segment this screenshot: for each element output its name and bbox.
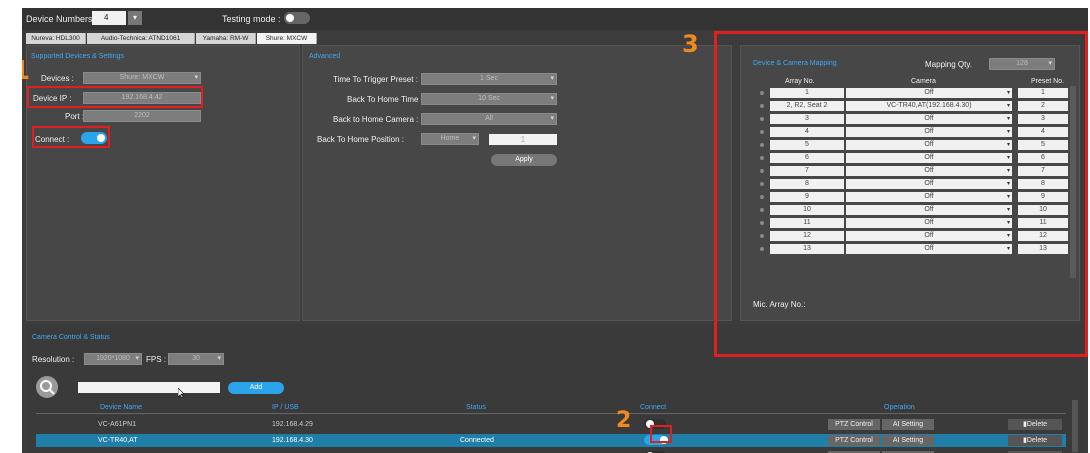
table-row[interactable]: VC-A61PN1 192.168.4.29 PTZ Control AI Setti…	[36, 418, 1066, 431]
device-name-header: Device Name	[100, 404, 143, 411]
device-numbers-dropdown[interactable]: ▾	[128, 11, 142, 25]
devices-label: Devices :	[41, 74, 74, 83]
table-divider	[36, 413, 1066, 414]
top-bar: Device Numbers : 4 ▾ Testing mode :	[22, 8, 1088, 30]
devices-select[interactable]: Shure: MXCW ▾	[83, 72, 201, 84]
port-input[interactable]: 2202	[83, 110, 201, 122]
highlight-device-ip	[27, 86, 203, 108]
operation-header: Operation	[884, 404, 915, 411]
delete-button[interactable]: ▮Delete	[1008, 435, 1062, 446]
trigger-preset-label: Time To Trigger Preset :	[333, 75, 418, 84]
home-camera-label: Back to Home Camera :	[333, 115, 419, 124]
connect-header: Connect	[640, 404, 667, 411]
home-position-number[interactable]: 1	[489, 134, 557, 145]
trigger-preset-select[interactable]: 1 Sec ▾	[421, 73, 557, 85]
resolution-select[interactable]: 1920*1080 ▾	[84, 353, 142, 365]
highlight-camera-connect	[650, 425, 672, 443]
app-window: Device Numbers : 4 ▾ Testing mode : Nure…	[22, 8, 1088, 453]
testing-mode-label: Testing mode :	[222, 14, 281, 24]
highlight-mapping	[714, 31, 1088, 357]
mouse-cursor-icon	[177, 387, 186, 399]
status-header: Status	[466, 404, 486, 411]
tab-shure[interactable]: Shure: MXCW	[257, 33, 317, 44]
apply-button[interactable]: Apply	[491, 154, 557, 166]
home-position-label: Back To Home Position :	[317, 135, 405, 144]
device-search-input[interactable]	[78, 382, 220, 393]
add-device-button[interactable]: Add	[228, 382, 284, 394]
tab-yamaha[interactable]: Yamaha: RM-W	[196, 33, 256, 44]
device-name-cell: VC-TR40,AT	[98, 437, 138, 444]
table-scrollbar[interactable]	[1072, 400, 1078, 452]
table-row[interactable]: VC-TR40,AT 192.168.4.30 Connected PTZ Contr…	[36, 434, 1066, 447]
home-time-label: Back To Home Time :	[347, 95, 423, 104]
supported-devices-title: Supported Devices & Settings	[31, 53, 124, 60]
ptz-control-button[interactable]: PTZ Control	[828, 435, 880, 446]
device-name-cell: VC-A61PN1	[98, 421, 137, 428]
delete-button[interactable]: ▮Delete	[1008, 419, 1062, 430]
tab-audio-technica[interactable]: Audio-Technica: ATND1061	[87, 33, 195, 44]
fps-select[interactable]: 30 ▾	[168, 353, 224, 365]
home-position-select[interactable]: Home ▾	[421, 133, 479, 145]
highlight-connect	[32, 126, 110, 148]
ai-setting-button[interactable]: AI Setting	[882, 435, 934, 446]
search-icon[interactable]	[36, 376, 58, 398]
ptz-control-button[interactable]: PTZ Control	[828, 419, 880, 430]
resolution-label: Resolution :	[32, 355, 75, 364]
marker-2: 2	[616, 408, 632, 433]
ip-cell: 192.168.4.29	[272, 421, 313, 428]
marker-1: 1	[22, 56, 30, 86]
testing-mode-toggle[interactable]	[284, 12, 310, 24]
advanced-panel: Advanced Time To Trigger Preset : 1 Sec ▾…	[302, 45, 732, 321]
ip-usb-header: IP / USB	[272, 404, 299, 411]
marker-3: 3	[682, 30, 699, 58]
home-camera-select[interactable]: All ▾	[421, 113, 557, 125]
fps-label: FPS :	[146, 355, 167, 364]
device-numbers-label: Device Numbers :	[26, 14, 98, 24]
advanced-title: Advanced	[309, 53, 341, 60]
ip-cell: 192.168.4.30	[272, 437, 313, 444]
tab-nureva[interactable]: Nureva: HDL300	[26, 33, 86, 44]
status-cell: Connected	[460, 437, 494, 444]
device-numbers-input[interactable]: 4	[92, 11, 126, 25]
home-time-select[interactable]: 10 Sec ▾	[421, 93, 557, 105]
ai-setting-button[interactable]: AI Setting	[882, 419, 934, 430]
camera-control-title: Camera Control & Status	[32, 334, 110, 341]
port-label: Port :	[65, 112, 85, 121]
